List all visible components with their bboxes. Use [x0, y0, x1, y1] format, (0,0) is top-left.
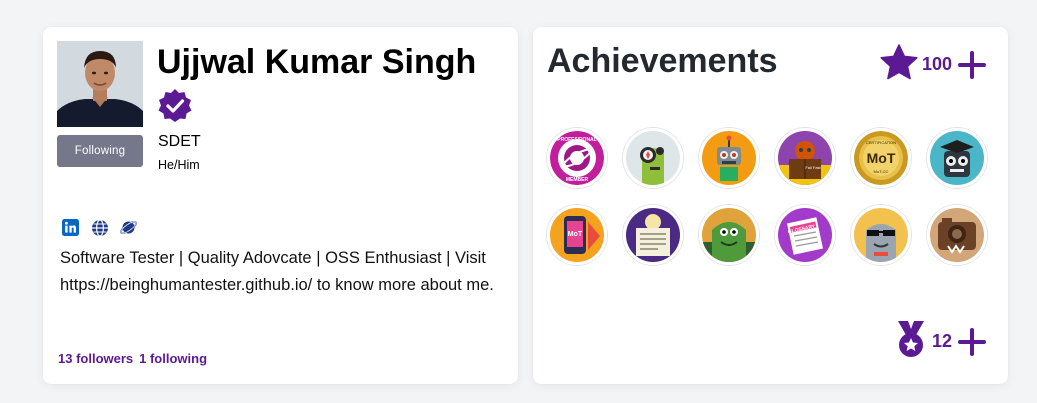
social-links [61, 218, 138, 237]
points-counter: 100 [880, 44, 988, 85]
cool-sunglasses-badge[interactable] [851, 205, 911, 265]
newspaper-reader-badge[interactable] [623, 205, 683, 265]
glossary-badge[interactable]: GLOSSARY [775, 205, 835, 265]
following-button[interactable]: Following [57, 135, 143, 167]
reader-bot-badge[interactable]: Fail Fast [775, 128, 835, 188]
badge-text: MoT [867, 150, 896, 166]
camera-bot-badge[interactable] [927, 205, 987, 265]
plus-icon [958, 327, 986, 356]
badge-text: MoT [568, 231, 583, 238]
achievements-card: Achievements 100 PROFESSIONAL MEMBER Fai… [533, 27, 1008, 384]
graduate-bot-badge[interactable] [927, 128, 987, 188]
badge-text-bottom: MoT-CC [874, 169, 889, 174]
professional-member-badge[interactable]: PROFESSIONAL MEMBER [547, 128, 607, 188]
profile-name: Ujjwal Kumar Singh [157, 43, 477, 81]
robot-badge[interactable] [699, 128, 759, 188]
profile-bio: Software Tester | Quality Adovcate | OSS… [60, 249, 494, 294]
badge-text-top: PROFESSIONAL [557, 137, 596, 143]
follow-stats: 13 followers 1 following [58, 351, 207, 366]
followers-link[interactable]: 13 followers [58, 351, 133, 366]
points-value: 100 [921, 54, 952, 74]
badge-text-top: CERTIFICATION [866, 140, 896, 145]
planet-icon[interactable] [119, 218, 138, 237]
badge-text-bottom: MEMBER [566, 177, 589, 183]
add-points-button[interactable] [956, 49, 988, 81]
avatar[interactable] [57, 41, 143, 127]
phone-mot-badge[interactable]: MoT [547, 205, 607, 265]
compass-bot-badge[interactable] [623, 128, 683, 188]
profile-card: Following Ujjwal Kumar Singh SDET He/Him [43, 27, 518, 384]
badge-text: Fail Fast [805, 165, 821, 170]
globe-icon[interactable] [90, 218, 109, 237]
following-link[interactable]: 1 following [139, 351, 207, 366]
mot-certified-badge[interactable]: MoT CERTIFICATION MoT-CC [851, 128, 911, 188]
verified-icon [157, 88, 193, 124]
linkedin-icon[interactable] [61, 218, 80, 237]
plus-icon [958, 50, 986, 79]
medals-counter: 12 [894, 319, 988, 364]
profile-role: SDET [158, 133, 201, 150]
medal-icon [894, 319, 928, 364]
add-medals-button[interactable] [956, 326, 988, 358]
star-icon [880, 44, 918, 85]
medals-value: 12 [931, 331, 952, 351]
achievements-title: Achievements [547, 42, 778, 80]
green-monster-badge[interactable] [699, 205, 759, 265]
profile-pronouns: He/Him [158, 158, 200, 172]
